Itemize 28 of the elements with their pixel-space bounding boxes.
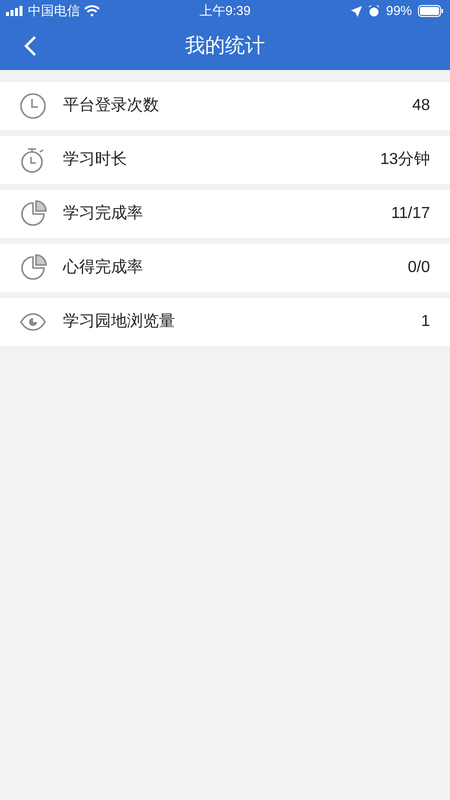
battery-icon bbox=[418, 5, 444, 17]
stat-label: 学习园地浏览量 bbox=[63, 312, 175, 332]
stat-row[interactable]: 学习园地浏览量 1 bbox=[0, 298, 450, 346]
clock-text: 上午9:39 bbox=[199, 2, 251, 20]
stat-label: 学习完成率 bbox=[63, 204, 143, 224]
stat-value: 1 bbox=[421, 312, 430, 332]
stat-row[interactable]: 平台登录次数 48 bbox=[0, 82, 450, 130]
alarm-icon bbox=[368, 5, 380, 17]
stat-label: 心得完成率 bbox=[63, 258, 143, 278]
back-icon bbox=[23, 35, 37, 57]
stat-value: 11/17 bbox=[391, 204, 430, 224]
stat-row[interactable]: 心得完成率 0/0 bbox=[0, 244, 450, 292]
stat-row[interactable]: 学习完成率 11/17 bbox=[0, 190, 450, 238]
pie-chart-icon bbox=[19, 254, 47, 282]
location-icon bbox=[350, 6, 362, 16]
page-title: 我的统计 bbox=[185, 34, 265, 59]
stat-value: 13分钟 bbox=[380, 150, 430, 170]
clock-icon bbox=[19, 92, 47, 120]
stat-label: 学习时长 bbox=[63, 150, 127, 170]
wifi-icon bbox=[84, 5, 100, 17]
stat-value: 0/0 bbox=[408, 258, 430, 278]
stat-label: 平台登录次数 bbox=[63, 96, 159, 116]
signal-icon bbox=[6, 6, 24, 16]
carrier-text: 中国电信 bbox=[28, 2, 80, 20]
pie-chart-icon bbox=[19, 200, 47, 228]
stat-row[interactable]: 学习时长 13分钟 bbox=[0, 136, 450, 184]
battery-text: 99% bbox=[386, 2, 412, 20]
stat-value: 48 bbox=[412, 96, 430, 116]
